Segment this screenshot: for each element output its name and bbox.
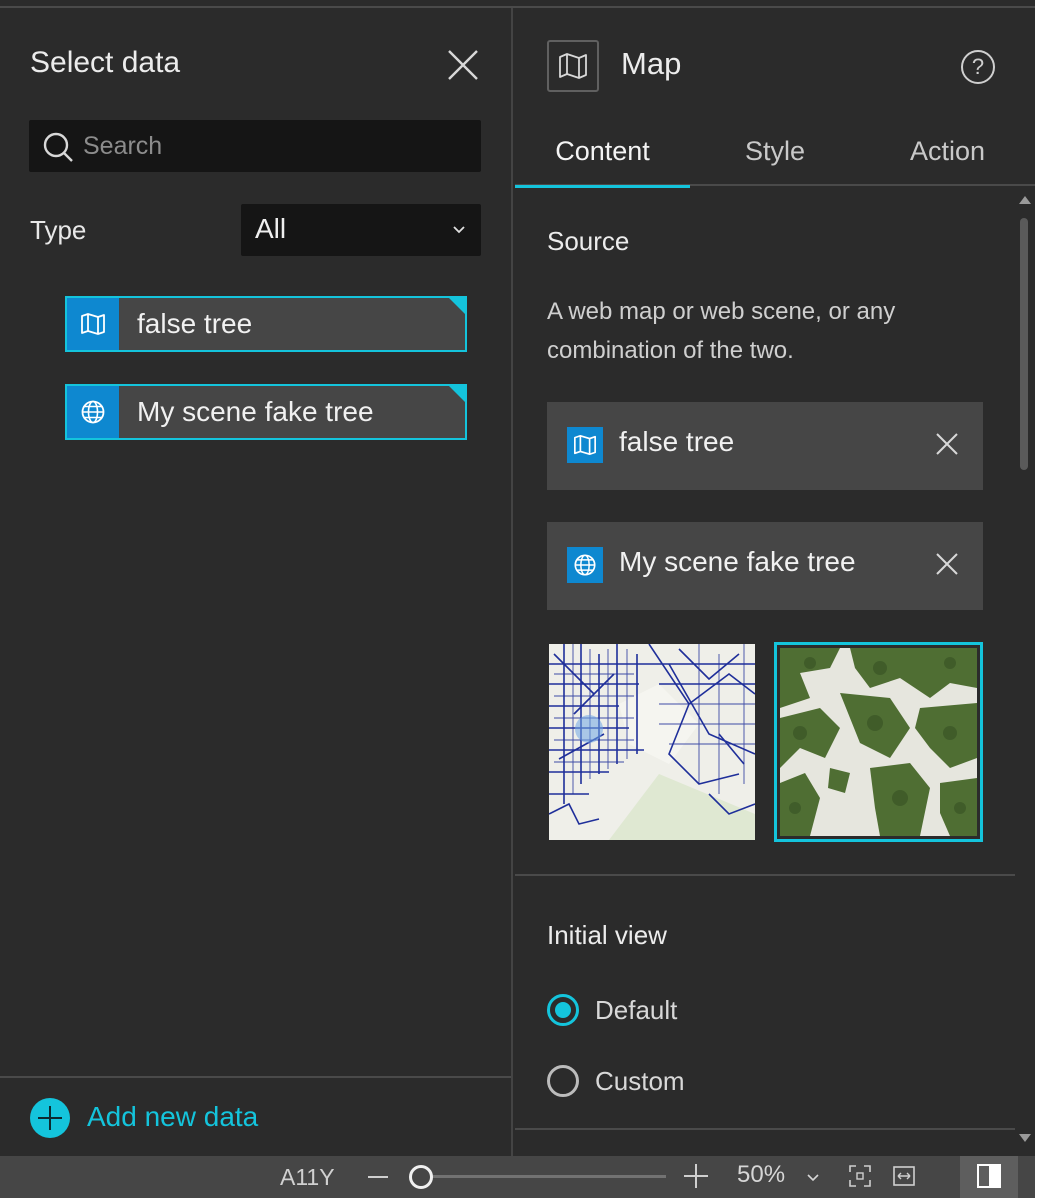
status-bar: A11Y 50% (0, 1156, 1035, 1198)
radio-label: Default (595, 995, 678, 1025)
panel-footer: Add new data (0, 1076, 511, 1156)
zoom-slider-handle[interactable] (409, 1165, 433, 1189)
vertical-scrollbar[interactable] (1015, 188, 1035, 1156)
fit-to-screen-icon[interactable] (848, 1164, 872, 1188)
source-card-my-scene-fake-tree: My scene fake tree (547, 522, 983, 610)
search-icon (43, 132, 73, 162)
content-scroll-area: Source A web map or web scene, or any co… (515, 188, 1015, 1156)
scroll-down-arrow-icon[interactable] (1019, 1134, 1031, 1142)
plus-circle-icon (30, 1098, 70, 1138)
zoom-in-icon[interactable] (684, 1164, 708, 1188)
map-thumbnail-false-tree[interactable] (549, 644, 755, 840)
scrollbar-thumb[interactable] (1020, 218, 1028, 470)
toggle-panel-button[interactable] (960, 1156, 1018, 1198)
section-title-initial-view: Initial view (547, 920, 667, 950)
data-item-my-scene-fake-tree[interactable]: My scene fake tree (65, 384, 467, 440)
zoom-level[interactable]: 50% (737, 1161, 785, 1189)
tab-action[interactable]: Action (860, 136, 1035, 186)
tab-style[interactable]: Style (690, 136, 860, 186)
remove-icon[interactable] (935, 552, 959, 576)
zoom-slider-track[interactable] (420, 1175, 666, 1178)
panel-layout-icon (977, 1164, 1001, 1188)
tab-content[interactable]: Content (515, 136, 690, 188)
scene-thumbnail-my-scene-fake-tree[interactable] (774, 642, 983, 842)
source-description: A web map or web scene, or any combinati… (547, 298, 896, 364)
fit-width-icon[interactable] (892, 1164, 916, 1188)
app-window: Select data Type All false tree My scene… (0, 0, 1035, 1198)
type-dropdown-value: All (255, 213, 287, 244)
data-item-false-tree[interactable]: false tree (65, 296, 467, 352)
data-item-label: My scene fake tree (137, 396, 374, 427)
search-box (29, 120, 481, 172)
radio-unchecked-icon (547, 1065, 579, 1097)
window-edge (1035, 0, 1040, 1198)
globe-icon (567, 547, 603, 583)
remove-icon[interactable] (935, 432, 959, 456)
help-icon[interactable]: ? (961, 50, 995, 84)
section-divider (515, 1128, 1015, 1130)
panel-title: Select data (30, 46, 181, 79)
radio-checked-icon (547, 994, 579, 1026)
top-border (0, 0, 1035, 8)
map-icon (67, 298, 119, 350)
search-input[interactable] (83, 128, 463, 164)
close-icon[interactable] (444, 46, 482, 84)
map-widget-icon (547, 40, 599, 92)
selected-corner-marker (447, 384, 467, 404)
section-divider (515, 874, 1015, 876)
map-settings-panel: Map ? Content Style Action Source A web … (515, 8, 1035, 1156)
selected-corner-marker (447, 296, 467, 316)
chevron-down-icon (453, 226, 465, 234)
globe-icon (67, 386, 119, 438)
section-title-source: Source (547, 226, 630, 256)
source-card-false-tree: false tree (547, 402, 983, 490)
data-item-label: false tree (137, 308, 253, 339)
select-data-panel: Select data Type All false tree My scene… (0, 8, 513, 1156)
zoom-out-icon[interactable] (368, 1176, 388, 1178)
add-new-data-label: Add new data (87, 1101, 259, 1132)
radio-label: Custom (595, 1066, 685, 1096)
source-card-label: My scene fake tree (619, 546, 856, 577)
type-label: Type (30, 215, 87, 245)
panel-title: Map (621, 46, 682, 81)
chevron-down-icon[interactable] (806, 1170, 820, 1184)
scroll-up-arrow-icon[interactable] (1019, 196, 1031, 204)
tab-bar: Content Style Action (515, 128, 1035, 188)
scene-thumbnail-image (780, 648, 977, 836)
type-dropdown[interactable]: All (241, 204, 481, 256)
map-icon (567, 427, 603, 463)
a11y-button[interactable]: A11Y (280, 1164, 335, 1191)
source-card-label: false tree (619, 426, 735, 457)
